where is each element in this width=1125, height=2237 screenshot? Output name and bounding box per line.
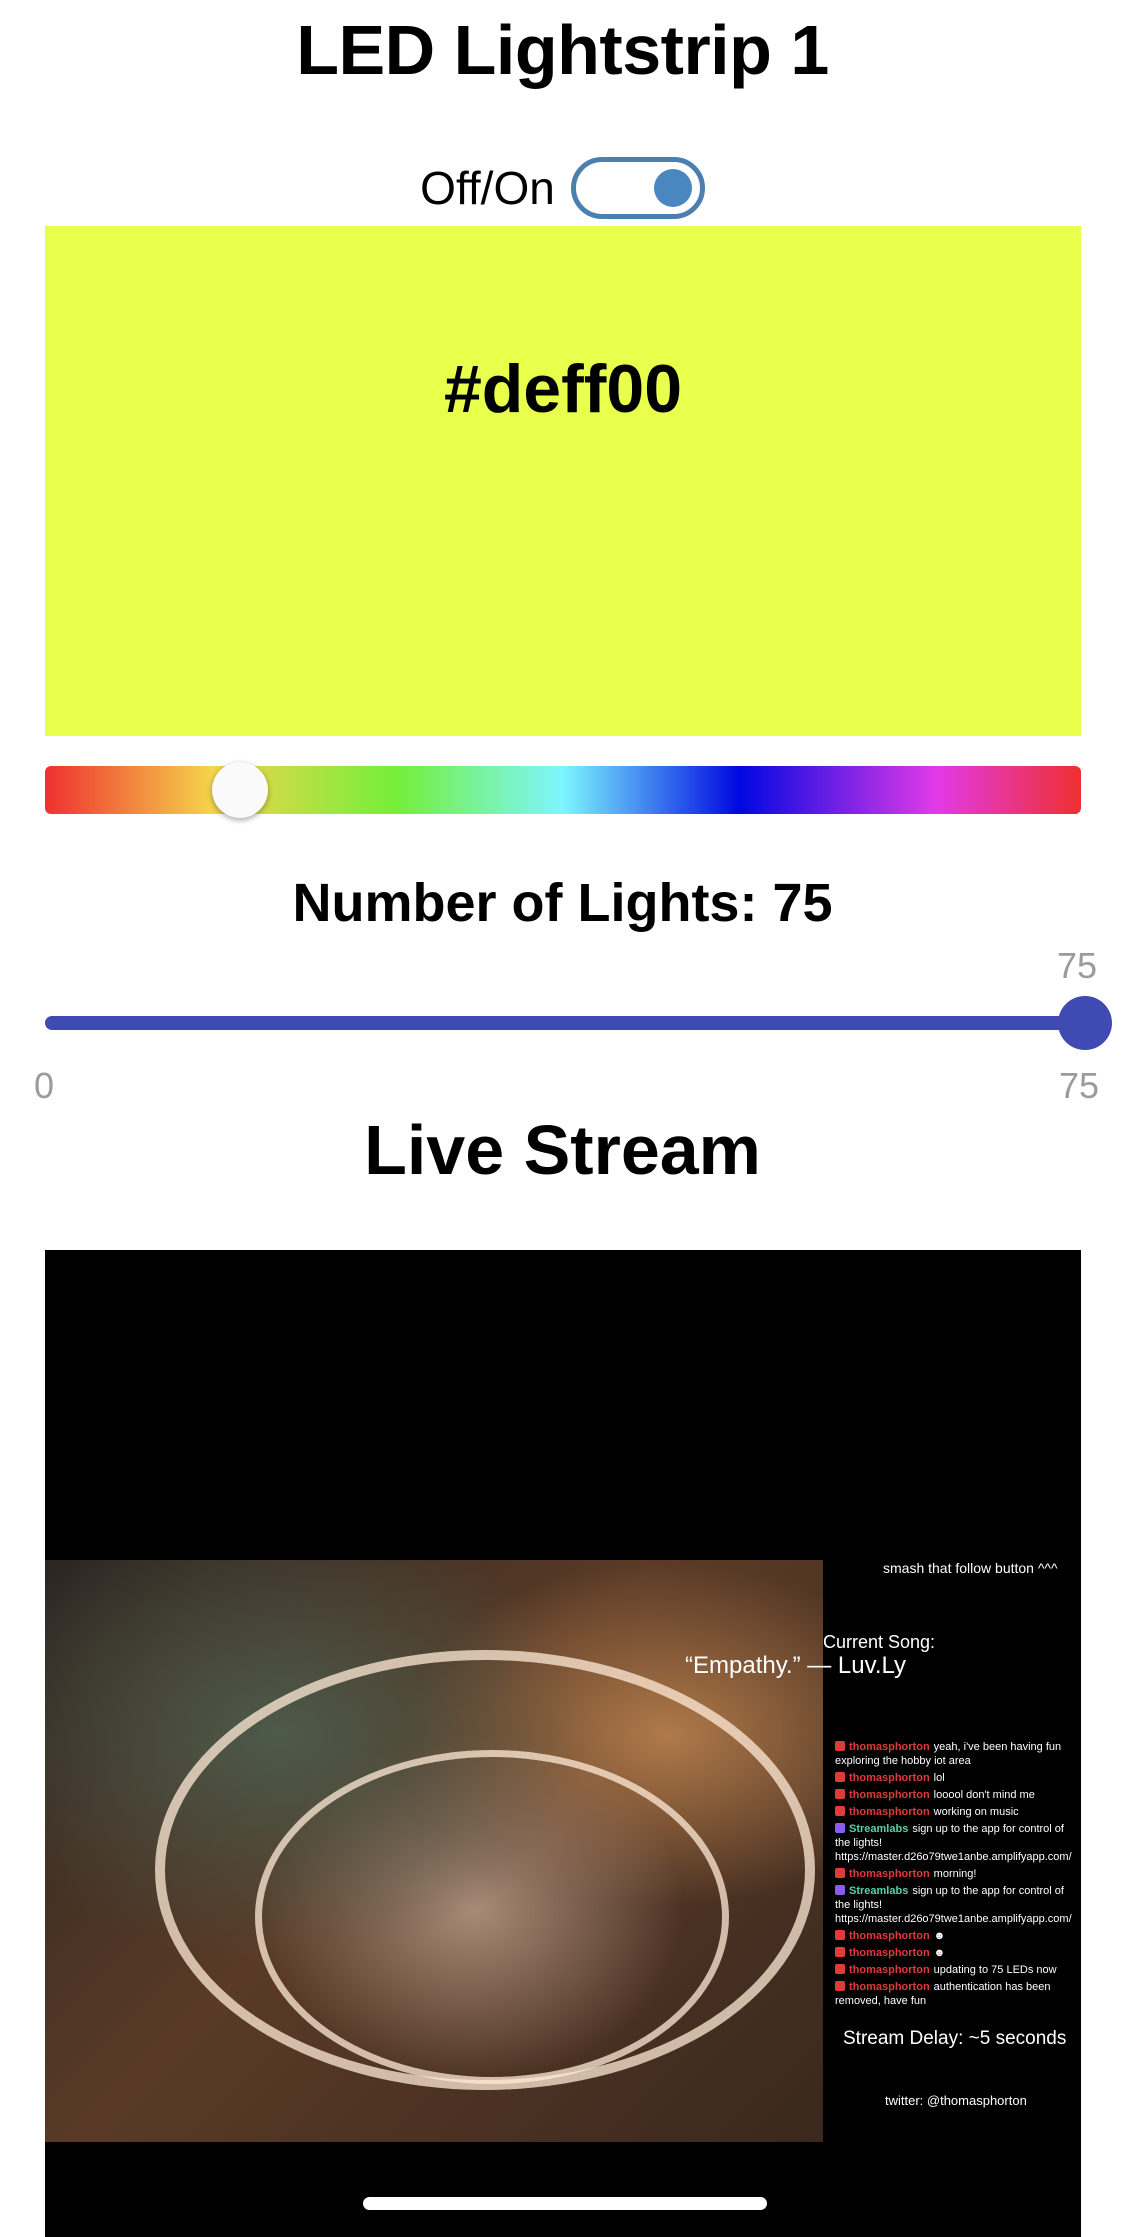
light-strip-loop-inner — [255, 1750, 729, 2084]
home-indicator — [363, 2197, 767, 2210]
chat-username: thomasphorton — [849, 1741, 930, 1753]
live-stream-title: Live Stream — [364, 1111, 761, 1189]
chat-message: thomasphorton lol — [835, 1771, 1075, 1785]
lights-slider-max: 75 — [1059, 1065, 1100, 1106]
video-icon — [835, 1741, 845, 1751]
chat-username: thomasphorton — [849, 1806, 930, 1818]
video-icon — [835, 1964, 845, 1974]
hue-slider-thumb[interactable] — [211, 762, 268, 818]
number-of-lights-title: Number of Lights: 75 — [292, 873, 833, 933]
chat-message: thomasphorton morning! — [835, 1867, 1075, 1881]
chat-message: thomasphorton yeah, i've been having fun … — [835, 1740, 1075, 1768]
lights-slider-value-label: 75 — [1056, 945, 1098, 986]
chat-message: thomasphorton ☻ — [835, 1929, 1075, 1943]
video-icon — [835, 1789, 845, 1799]
power-toggle-row: Off/On — [0, 152, 1125, 224]
lights-slider-track[interactable] — [45, 1016, 1085, 1030]
chat-message: Streamlabs sign up to the app for control… — [835, 1884, 1075, 1926]
chat-text: updating to 75 LEDs now — [933, 1964, 1057, 1976]
chat-username: thomasphorton — [849, 1772, 930, 1784]
hue-slider-track[interactable] — [45, 766, 1081, 814]
current-song-label: Current Song: — [823, 1632, 936, 1652]
color-hex-label: #deff00 — [443, 351, 683, 427]
video-icon — [835, 1868, 845, 1878]
live-stream-player[interactable]: smash that follow button ^^^ Current Son… — [45, 1250, 1081, 2237]
streamlabs-icon — [835, 1885, 845, 1895]
chat-text: lol — [933, 1772, 945, 1784]
chat-username: thomasphorton — [849, 1868, 930, 1880]
power-toggle-switch[interactable] — [570, 157, 705, 219]
video-icon — [835, 1981, 845, 1991]
chat-text: morning! — [933, 1868, 977, 1880]
chat-username: thomasphorton — [849, 1947, 930, 1959]
chat-message: thomasphorton updating to 75 LEDs now — [835, 1963, 1075, 1977]
video-icon — [835, 1806, 845, 1816]
power-toggle-label: Off/On — [420, 162, 555, 214]
chat-username: thomasphorton — [849, 1930, 930, 1942]
toggle-knob — [653, 169, 692, 207]
chat-username: thomasphorton — [849, 1964, 930, 1976]
chat-message: thomasphorton looool don't mind me — [835, 1788, 1075, 1802]
page-title: LED Lightstrip 1 — [296, 11, 829, 89]
current-song-name: “Empathy.” — Luv.Ly — [685, 1652, 906, 1679]
stream-chat-overlay: thomasphorton yeah, i've been having fun … — [835, 1740, 1075, 2011]
chat-text: working on music — [933, 1806, 1019, 1818]
color-preview-panel — [45, 226, 1081, 736]
chat-text: ☻ — [933, 1930, 946, 1942]
chat-username: thomasphorton — [849, 1981, 930, 1993]
video-icon — [835, 1947, 845, 1957]
video-icon — [835, 1930, 845, 1940]
twitter-handle-text: twitter: @thomasphorton — [885, 2093, 1027, 2108]
streamlabs-icon — [835, 1823, 845, 1833]
lights-slider-thumb[interactable] — [1058, 996, 1112, 1050]
video-icon — [835, 1772, 845, 1782]
follow-overlay-text: smash that follow button ^^^ — [883, 1560, 1058, 1576]
chat-username: thomasphorton — [849, 1789, 930, 1801]
chat-message: thomasphorton ☻ — [835, 1946, 1075, 1960]
chat-message: Streamlabs sign up to the app for control… — [835, 1822, 1075, 1864]
chat-message: thomasphorton working on music — [835, 1805, 1075, 1819]
chat-message: thomasphorton authentication has been rem… — [835, 1980, 1075, 2008]
stream-delay-text: Stream Delay: ~5 seconds — [843, 2028, 1067, 2049]
lights-slider-min: 0 — [34, 1065, 55, 1106]
chat-text: ☻ — [933, 1947, 946, 1959]
chat-text: looool don't mind me — [933, 1789, 1035, 1801]
chat-username: Streamlabs — [849, 1823, 909, 1835]
chat-username: Streamlabs — [849, 1885, 909, 1897]
stream-video-frame — [45, 1560, 823, 2142]
